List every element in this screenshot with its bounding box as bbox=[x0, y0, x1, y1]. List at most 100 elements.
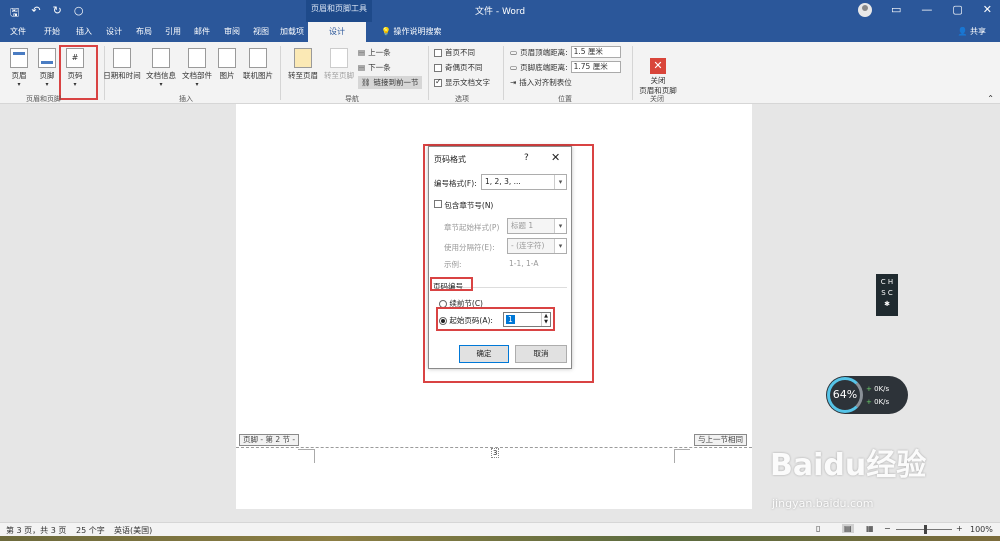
include-chapter-checkbox[interactable]: 包含章节号(N) bbox=[434, 200, 493, 211]
zoom-level[interactable]: 100% bbox=[970, 525, 993, 534]
window-controls: ▭ — ▢ ✕ bbox=[891, 3, 992, 16]
previous-label: 上一条 bbox=[368, 48, 391, 57]
number-format-label: 编号格式(F): bbox=[434, 179, 477, 188]
header-distance-icon: ▭ bbox=[510, 47, 518, 57]
link-to-previous-button[interactable]: ⛓ 链接到前一节 bbox=[358, 76, 422, 89]
date-time-button[interactable]: 日期和时间 bbox=[102, 48, 142, 81]
tab-design-doc[interactable]: 设计 bbox=[106, 26, 122, 37]
ime-mode-label: C H bbox=[880, 278, 894, 286]
title-bar: 🖫 ↶ ↻ ○ 页眉和页脚工具 文件 - Word ▭ — ▢ ✕ bbox=[0, 0, 1000, 22]
language[interactable]: 英语(美国) bbox=[114, 525, 152, 536]
insert-alignment-tab-button[interactable]: ⇥ 插入对齐制表位 bbox=[510, 77, 572, 88]
ribbon-display-icon[interactable]: ▭ bbox=[891, 3, 901, 16]
number-format-value: 1, 2, 3, ... bbox=[485, 177, 521, 186]
ime-charset-label: S C bbox=[881, 289, 893, 297]
doc-info-button[interactable]: 文档信息 ▾ bbox=[144, 48, 178, 88]
ime-toolbar[interactable]: C H S C ✱ bbox=[876, 274, 898, 316]
zoom-out-icon[interactable]: − bbox=[884, 524, 891, 533]
help-icon[interactable]: ? bbox=[524, 153, 529, 163]
link-icon: ⛓ bbox=[361, 78, 371, 87]
number-format-select[interactable]: 1, 2, 3, ... ▾ bbox=[481, 174, 567, 190]
example-label: 示例: bbox=[444, 260, 462, 269]
tab-design-hf[interactable]: 设计 bbox=[308, 22, 366, 42]
highlight-page-numbering bbox=[430, 277, 473, 291]
tab-addins[interactable]: 加载项 bbox=[280, 26, 304, 37]
doc-info-label: 文档信息 bbox=[146, 71, 176, 80]
page-number-field[interactable]: 3 bbox=[491, 448, 500, 458]
tell-me-search[interactable]: 💡 操作说明搜索 bbox=[381, 26, 442, 37]
header-from-top-label: 页眉顶端距离: bbox=[520, 47, 568, 57]
avatar[interactable] bbox=[858, 3, 872, 17]
close-header-footer-button[interactable]: ✕ 关闭 页眉和页脚 bbox=[636, 48, 680, 96]
tab-mailings[interactable]: 邮件 bbox=[194, 26, 210, 37]
group-label-insert: 插入 bbox=[179, 95, 193, 103]
share-label: 共享 bbox=[970, 27, 986, 36]
group-label-close: 关闭 bbox=[650, 95, 664, 103]
previous-icon: ▤ bbox=[358, 48, 366, 57]
download-rate: + 0K/s bbox=[866, 398, 890, 406]
close-button[interactable]: ✕ bbox=[983, 3, 992, 16]
header-from-top-input[interactable]: 1.5 厘米 bbox=[570, 46, 621, 58]
share-button[interactable]: 👤 共享 bbox=[957, 26, 986, 37]
chapter-style-select[interactable]: 标题 1 ▾ bbox=[507, 218, 567, 234]
zoom-in-icon[interactable]: + bbox=[956, 524, 963, 533]
calendar-icon bbox=[113, 48, 131, 68]
tab-layout[interactable]: 布局 bbox=[136, 26, 152, 37]
tab-review[interactable]: 审阅 bbox=[224, 26, 240, 37]
goto-footer-button[interactable]: 转至页脚 bbox=[322, 48, 356, 81]
page-count[interactable]: 第 3 页，共 3 页 bbox=[6, 525, 66, 536]
tab-home[interactable]: 开始 bbox=[44, 26, 60, 37]
web-layout-icon[interactable]: ▦ bbox=[866, 524, 874, 533]
goto-header-icon bbox=[294, 48, 312, 68]
redo-icon[interactable]: ↻ bbox=[53, 4, 62, 23]
separator-select[interactable]: - (连字符) ▾ bbox=[507, 238, 567, 254]
footer-from-bottom-input[interactable]: 1.75 厘米 bbox=[570, 61, 621, 73]
tab-view[interactable]: 视图 bbox=[253, 26, 269, 37]
separator-value: - (连字符) bbox=[511, 241, 545, 250]
online-picture-button[interactable]: 联机图片 bbox=[240, 48, 276, 81]
ribbon-separator bbox=[503, 46, 504, 100]
tell-me-label: 操作说明搜索 bbox=[393, 27, 442, 36]
chevron-down-icon: ▾ bbox=[554, 239, 566, 253]
goto-header-label: 转至页眉 bbox=[288, 71, 318, 80]
next-button[interactable]: ▤ 下一条 bbox=[358, 62, 391, 73]
crop-mark bbox=[298, 449, 314, 450]
ok-button[interactable]: 确定 bbox=[459, 345, 509, 363]
print-layout-icon[interactable]: ▤ bbox=[842, 524, 854, 533]
checkbox-icon bbox=[434, 200, 442, 208]
different-first-page-checkbox[interactable]: 首页不同 bbox=[434, 47, 475, 58]
same-as-previous-tag: 与上一节相同 bbox=[694, 434, 747, 446]
header-label: 页眉 bbox=[11, 71, 27, 80]
zoom-slider-thumb[interactable] bbox=[924, 525, 927, 534]
chapter-style-label: 章节起始样式(P) bbox=[444, 223, 500, 232]
cancel-button[interactable]: 取消 bbox=[515, 345, 567, 363]
chevron-down-icon: ▾ bbox=[554, 175, 566, 189]
maximize-button[interactable]: ▢ bbox=[952, 3, 962, 16]
dialog-close-icon[interactable]: ✕ bbox=[551, 151, 560, 164]
footer-icon bbox=[38, 48, 56, 68]
picture-label: 图片 bbox=[219, 71, 235, 80]
quick-parts-button[interactable]: 文档部件 ▾ bbox=[180, 48, 214, 88]
minimize-button[interactable]: — bbox=[921, 3, 932, 16]
goto-header-button[interactable]: 转至页眉 bbox=[286, 48, 320, 81]
different-odd-even-checkbox[interactable]: 奇偶页不同 bbox=[434, 62, 483, 73]
read-mode-icon[interactable]: ▯ bbox=[816, 524, 820, 533]
tab-file[interactable]: 文件 bbox=[10, 26, 26, 37]
footer-button[interactable]: 页脚 ▾ bbox=[36, 48, 58, 88]
previous-button[interactable]: ▤ 上一条 bbox=[358, 47, 391, 58]
header-button[interactable]: 页眉 ▾ bbox=[8, 48, 30, 88]
customize-qat-icon[interactable]: ○ bbox=[74, 4, 84, 23]
page-number-format-dialog: 页码格式 ? ✕ 编号格式(F): 1, 2, 3, ... ▾ 包含章节号(N)… bbox=[428, 146, 572, 369]
tab-insert[interactable]: 插入 bbox=[76, 26, 92, 37]
network-speed-widget[interactable]: 64% + 0K/s + 0K/s bbox=[826, 376, 908, 414]
group-label-header-footer: 页眉和页脚 bbox=[26, 95, 61, 103]
word-count[interactable]: 25 个字 bbox=[76, 525, 105, 536]
undo-icon[interactable]: ↶ bbox=[31, 4, 40, 23]
collapse-ribbon-icon[interactable]: ⌃ bbox=[987, 94, 994, 103]
tab-references[interactable]: 引用 bbox=[165, 26, 181, 37]
picture-button[interactable]: 图片 bbox=[216, 48, 238, 81]
ribbon-separator bbox=[428, 46, 429, 100]
save-icon[interactable]: 🖫 bbox=[10, 4, 19, 23]
checkbox-icon bbox=[434, 63, 442, 72]
show-document-text-checkbox[interactable]: 显示文档文字 bbox=[434, 77, 490, 88]
